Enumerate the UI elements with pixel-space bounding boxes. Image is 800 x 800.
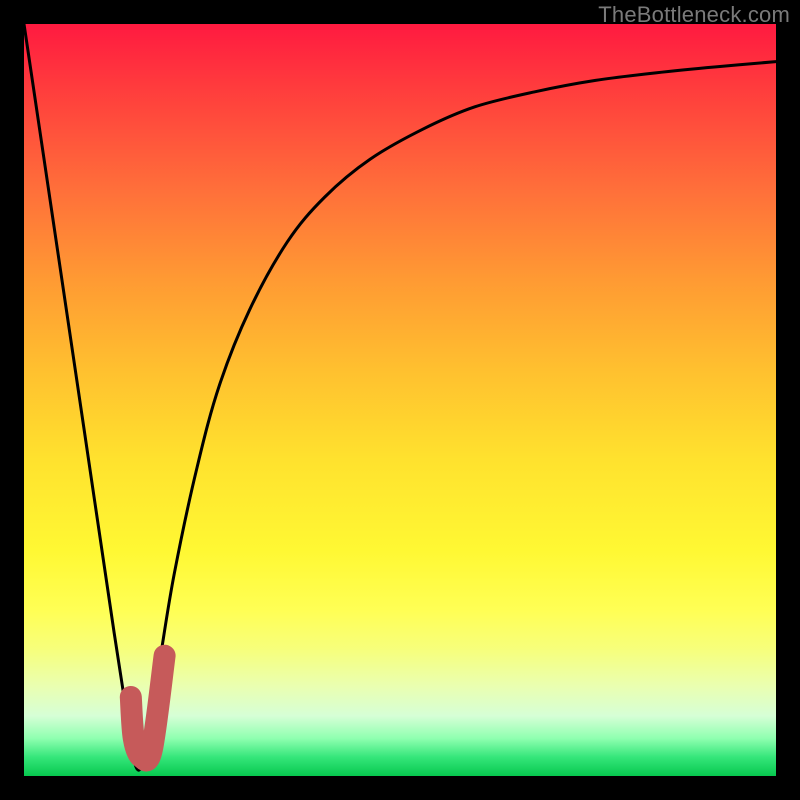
chart-svg bbox=[24, 24, 776, 776]
plot-area bbox=[24, 24, 776, 776]
marker-j bbox=[131, 656, 165, 761]
chart-frame: TheBottleneck.com bbox=[0, 0, 800, 800]
bottleneck-curve bbox=[24, 24, 776, 770]
